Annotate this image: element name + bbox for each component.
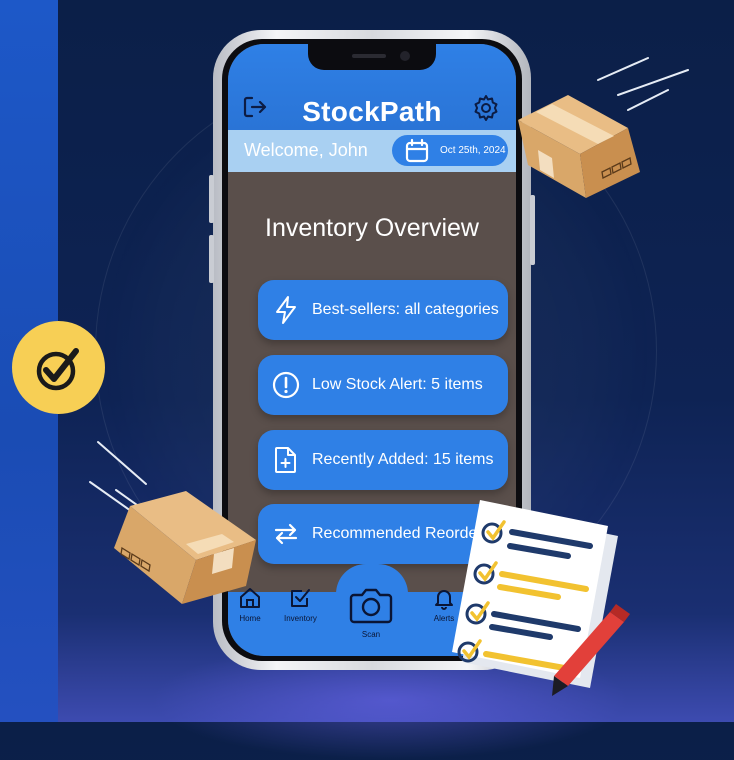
- phone-volume-down: [209, 235, 214, 283]
- checklist-icon: [452, 500, 630, 696]
- nav-inventory[interactable]: Inventory: [284, 586, 317, 623]
- recently-added-button[interactable]: Recently Added: 15 items: [258, 430, 508, 490]
- box-icon: [518, 57, 689, 198]
- date-text: Oct 25th, 2024: [440, 145, 506, 156]
- check-badge: [12, 321, 105, 414]
- box-icon: [89, 441, 256, 604]
- welcome-text: Welcome, John: [244, 140, 368, 160]
- item-label: Recently Added: 15 items: [312, 451, 494, 468]
- item-label: Best-sellers: all categories: [312, 301, 499, 318]
- overview-heading: Inventory Overview: [265, 214, 479, 242]
- phone-notch: [308, 44, 436, 70]
- checkbox-icon: [291, 589, 311, 607]
- nav-inventory-label: Inventory: [284, 614, 317, 623]
- alert-icon: [270, 369, 302, 401]
- file-add-icon: [270, 444, 302, 476]
- calendar-icon: [404, 138, 430, 169]
- front-camera: [400, 51, 410, 61]
- reorder-icon: [270, 518, 302, 550]
- lightning-icon: [270, 294, 302, 326]
- gear-icon[interactable]: [472, 94, 500, 127]
- camera-icon: [349, 588, 393, 624]
- nav-scan[interactable]: Scan: [346, 586, 396, 639]
- speaker: [352, 54, 386, 58]
- low-stock-alert-button[interactable]: Low Stock Alert: 5 items: [258, 355, 508, 415]
- checkmark-icon: [36, 347, 79, 390]
- best-sellers-button[interactable]: Best-sellers: all categories: [258, 280, 508, 340]
- nav-scan-label: Scan: [361, 630, 381, 639]
- item-label: Low Stock Alert: 5 items: [312, 376, 483, 393]
- phone-volume-up: [209, 175, 214, 223]
